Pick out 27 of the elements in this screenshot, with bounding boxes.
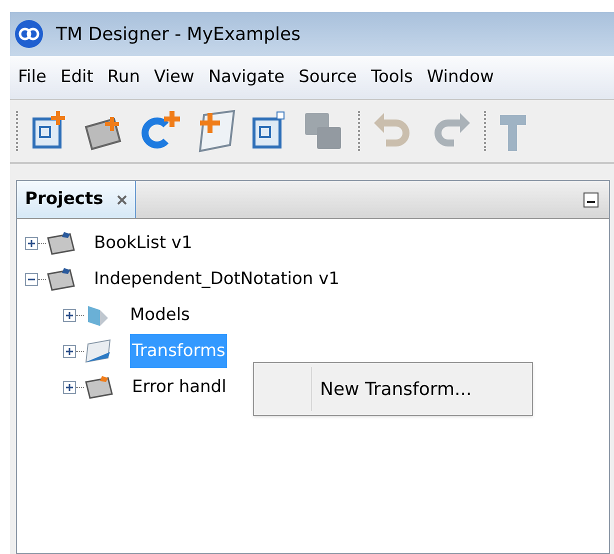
folder-icon (46, 266, 76, 292)
menu-item[interactable]: Source (298, 64, 357, 90)
menu-item[interactable]: Edit (60, 64, 94, 90)
menu-item[interactable]: Navigate (208, 64, 285, 90)
menu-item[interactable]: Window (426, 64, 494, 90)
expand-toggle-icon[interactable] (63, 308, 76, 322)
tree-item[interactable]: Models (128, 298, 192, 332)
menu-item[interactable]: New Transform... (320, 376, 472, 402)
tree-item[interactable]: BookList v1 (92, 226, 194, 260)
expand-toggle-icon[interactable] (63, 380, 76, 394)
expand-toggle-icon[interactable] (63, 344, 76, 358)
close-icon[interactable] (117, 194, 128, 204)
menu-item[interactable]: Run (107, 64, 140, 90)
tree-item[interactable]: Error handl (130, 370, 228, 404)
app-logo-icon (14, 19, 44, 49)
menu-item[interactable]: Tools (370, 64, 413, 90)
tab-label: Projects (25, 188, 104, 211)
collapse-toggle-icon[interactable] (25, 272, 38, 286)
minimize-icon[interactable] (583, 192, 599, 208)
window-title: TM Designer - MyExamples (56, 22, 300, 46)
tree-item[interactable]: Independent_DotNotation v1 (92, 262, 342, 296)
panel-tab[interactable]: Projects (17, 181, 136, 218)
menu-item[interactable]: View (154, 64, 194, 90)
menu-item[interactable]: File (18, 64, 46, 90)
expand-toggle-icon[interactable] (25, 236, 38, 250)
folder-icon (84, 374, 114, 400)
folder-icon (46, 230, 76, 256)
